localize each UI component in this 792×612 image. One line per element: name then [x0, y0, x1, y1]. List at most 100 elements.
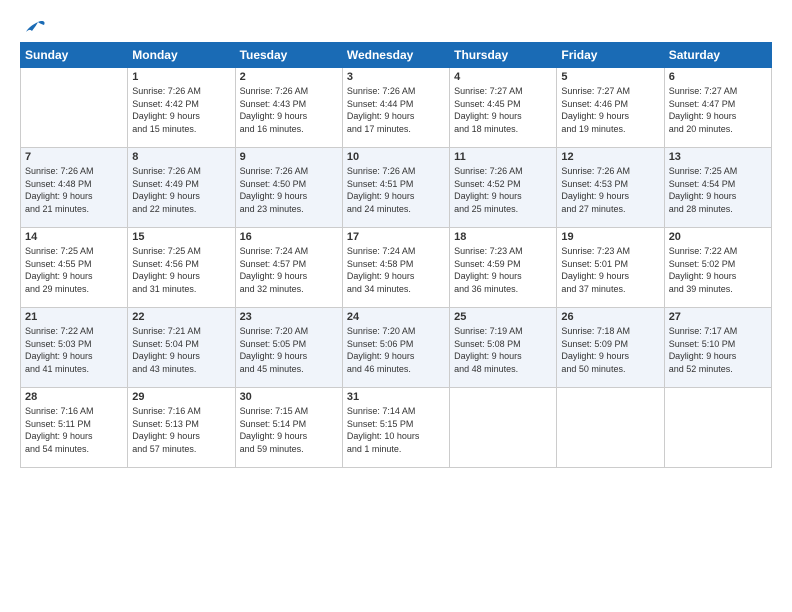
calendar-cell: 3 Sunrise: 7:26 AM Sunset: 4:44 PM Daylig… — [342, 68, 449, 148]
calendar-cell: 10 Sunrise: 7:26 AM Sunset: 4:51 PM Dayli… — [342, 148, 449, 228]
calendar-cell: 21 Sunrise: 7:22 AM Sunset: 5:03 PM Dayli… — [21, 308, 128, 388]
calendar-cell: 24 Sunrise: 7:20 AM Sunset: 5:06 PM Dayli… — [342, 308, 449, 388]
day-info: Sunrise: 7:19 AM Sunset: 5:08 PM Dayligh… — [454, 325, 552, 375]
day-info: Sunrise: 7:24 AM Sunset: 4:57 PM Dayligh… — [240, 245, 338, 295]
calendar-cell: 20 Sunrise: 7:22 AM Sunset: 5:02 PM Dayli… — [664, 228, 771, 308]
calendar-week-4: 21 Sunrise: 7:22 AM Sunset: 5:03 PM Dayli… — [21, 308, 772, 388]
calendar-cell: 5 Sunrise: 7:27 AM Sunset: 4:46 PM Daylig… — [557, 68, 664, 148]
day-number: 5 — [561, 71, 659, 83]
day-number: 19 — [561, 231, 659, 243]
day-info: Sunrise: 7:23 AM Sunset: 5:01 PM Dayligh… — [561, 245, 659, 295]
day-number: 25 — [454, 311, 552, 323]
day-number: 20 — [669, 231, 767, 243]
column-header-thursday: Thursday — [450, 43, 557, 68]
day-info: Sunrise: 7:25 AM Sunset: 4:56 PM Dayligh… — [132, 245, 230, 295]
calendar-cell: 31 Sunrise: 7:14 AM Sunset: 5:15 PM Dayli… — [342, 388, 449, 468]
day-info: Sunrise: 7:20 AM Sunset: 5:06 PM Dayligh… — [347, 325, 445, 375]
day-info: Sunrise: 7:26 AM Sunset: 4:42 PM Dayligh… — [132, 85, 230, 135]
column-header-wednesday: Wednesday — [342, 43, 449, 68]
day-info: Sunrise: 7:22 AM Sunset: 5:03 PM Dayligh… — [25, 325, 123, 375]
day-info: Sunrise: 7:14 AM Sunset: 5:15 PM Dayligh… — [347, 405, 445, 455]
day-number: 31 — [347, 391, 445, 403]
day-info: Sunrise: 7:22 AM Sunset: 5:02 PM Dayligh… — [669, 245, 767, 295]
day-info: Sunrise: 7:27 AM Sunset: 4:46 PM Dayligh… — [561, 85, 659, 135]
calendar-cell: 9Sunrise: 7:26 AM Sunset: 4:50 PM Daylig… — [235, 148, 342, 228]
day-number: 13 — [669, 151, 767, 163]
day-number: 10 — [347, 151, 445, 163]
calendar-body: 1 Sunrise: 7:26 AM Sunset: 4:42 PM Daylig… — [21, 68, 772, 468]
day-number: 22 — [132, 311, 230, 323]
day-info: Sunrise: 7:15 AM Sunset: 5:14 PM Dayligh… — [240, 405, 338, 455]
day-number: 3 — [347, 71, 445, 83]
day-info: Sunrise: 7:27 AM Sunset: 4:47 PM Dayligh… — [669, 85, 767, 135]
calendar-cell: 13Sunrise: 7:25 AM Sunset: 4:54 PM Dayli… — [664, 148, 771, 228]
calendar-cell: 29 Sunrise: 7:16 AM Sunset: 5:13 PM Dayli… — [128, 388, 235, 468]
calendar-cell: 25 Sunrise: 7:19 AM Sunset: 5:08 PM Dayli… — [450, 308, 557, 388]
calendar-page: SundayMondayTuesdayWednesdayThursdayFrid… — [0, 0, 792, 612]
calendar-cell: 18 Sunrise: 7:23 AM Sunset: 4:59 PM Dayli… — [450, 228, 557, 308]
calendar-cell — [557, 388, 664, 468]
day-number: 9 — [240, 151, 338, 163]
day-info: Sunrise: 7:16 AM Sunset: 5:11 PM Dayligh… — [25, 405, 123, 455]
day-number: 18 — [454, 231, 552, 243]
calendar-cell — [450, 388, 557, 468]
day-info: Sunrise: 7:20 AM Sunset: 5:05 PM Dayligh… — [240, 325, 338, 375]
day-info: Sunrise: 7:26 AM Sunset: 4:44 PM Dayligh… — [347, 85, 445, 135]
day-number: 29 — [132, 391, 230, 403]
column-header-tuesday: Tuesday — [235, 43, 342, 68]
day-info: Sunrise: 7:26 AM Sunset: 4:52 PM Dayligh… — [454, 165, 552, 215]
calendar-cell: 1 Sunrise: 7:26 AM Sunset: 4:42 PM Daylig… — [128, 68, 235, 148]
calendar-cell: 19 Sunrise: 7:23 AM Sunset: 5:01 PM Dayli… — [557, 228, 664, 308]
day-number: 21 — [25, 311, 123, 323]
calendar-cell: 4Sunrise: 7:27 AM Sunset: 4:45 PM Daylig… — [450, 68, 557, 148]
calendar-week-1: 1 Sunrise: 7:26 AM Sunset: 4:42 PM Daylig… — [21, 68, 772, 148]
day-info: Sunrise: 7:23 AM Sunset: 4:59 PM Dayligh… — [454, 245, 552, 295]
calendar-week-3: 14Sunrise: 7:25 AM Sunset: 4:55 PM Dayli… — [21, 228, 772, 308]
day-number: 27 — [669, 311, 767, 323]
calendar-cell: 8Sunrise: 7:26 AM Sunset: 4:49 PM Daylig… — [128, 148, 235, 228]
column-header-saturday: Saturday — [664, 43, 771, 68]
calendar-cell: 15 Sunrise: 7:25 AM Sunset: 4:56 PM Dayli… — [128, 228, 235, 308]
calendar-cell — [21, 68, 128, 148]
day-number: 6 — [669, 71, 767, 83]
day-number: 17 — [347, 231, 445, 243]
day-number: 2 — [240, 71, 338, 83]
day-info: Sunrise: 7:27 AM Sunset: 4:45 PM Dayligh… — [454, 85, 552, 135]
day-number: 1 — [132, 71, 230, 83]
calendar-cell: 7 Sunrise: 7:26 AM Sunset: 4:48 PM Daylig… — [21, 148, 128, 228]
calendar-cell: 2 Sunrise: 7:26 AM Sunset: 4:43 PM Daylig… — [235, 68, 342, 148]
calendar-cell: 14Sunrise: 7:25 AM Sunset: 4:55 PM Dayli… — [21, 228, 128, 308]
calendar-cell: 12Sunrise: 7:26 AM Sunset: 4:53 PM Dayli… — [557, 148, 664, 228]
calendar-week-2: 7 Sunrise: 7:26 AM Sunset: 4:48 PM Daylig… — [21, 148, 772, 228]
page-header — [20, 18, 772, 36]
day-info: Sunrise: 7:21 AM Sunset: 5:04 PM Dayligh… — [132, 325, 230, 375]
day-info: Sunrise: 7:17 AM Sunset: 5:10 PM Dayligh… — [669, 325, 767, 375]
column-header-friday: Friday — [557, 43, 664, 68]
day-number: 15 — [132, 231, 230, 243]
calendar-cell: 16Sunrise: 7:24 AM Sunset: 4:57 PM Dayli… — [235, 228, 342, 308]
day-number: 26 — [561, 311, 659, 323]
day-number: 24 — [347, 311, 445, 323]
calendar-cell: 23Sunrise: 7:20 AM Sunset: 5:05 PM Dayli… — [235, 308, 342, 388]
logo-bird-icon — [24, 18, 46, 36]
calendar-cell: 22 Sunrise: 7:21 AM Sunset: 5:04 PM Dayli… — [128, 308, 235, 388]
calendar-header-row: SundayMondayTuesdayWednesdayThursdayFrid… — [21, 43, 772, 68]
column-header-sunday: Sunday — [21, 43, 128, 68]
day-number: 7 — [25, 151, 123, 163]
day-number: 11 — [454, 151, 552, 163]
day-info: Sunrise: 7:25 AM Sunset: 4:55 PM Dayligh… — [25, 245, 123, 295]
day-info: Sunrise: 7:26 AM Sunset: 4:48 PM Dayligh… — [25, 165, 123, 215]
day-info: Sunrise: 7:26 AM Sunset: 4:49 PM Dayligh… — [132, 165, 230, 215]
day-number: 12 — [561, 151, 659, 163]
day-number: 28 — [25, 391, 123, 403]
logo-area — [20, 18, 48, 36]
calendar-cell: 28 Sunrise: 7:16 AM Sunset: 5:11 PM Dayli… — [21, 388, 128, 468]
day-info: Sunrise: 7:26 AM Sunset: 4:43 PM Dayligh… — [240, 85, 338, 135]
calendar-table: SundayMondayTuesdayWednesdayThursdayFrid… — [20, 42, 772, 468]
calendar-cell: 11 Sunrise: 7:26 AM Sunset: 4:52 PM Dayli… — [450, 148, 557, 228]
calendar-cell — [664, 388, 771, 468]
day-info: Sunrise: 7:16 AM Sunset: 5:13 PM Dayligh… — [132, 405, 230, 455]
day-info: Sunrise: 7:26 AM Sunset: 4:51 PM Dayligh… — [347, 165, 445, 215]
day-info: Sunrise: 7:24 AM Sunset: 4:58 PM Dayligh… — [347, 245, 445, 295]
calendar-cell: 17 Sunrise: 7:24 AM Sunset: 4:58 PM Dayli… — [342, 228, 449, 308]
